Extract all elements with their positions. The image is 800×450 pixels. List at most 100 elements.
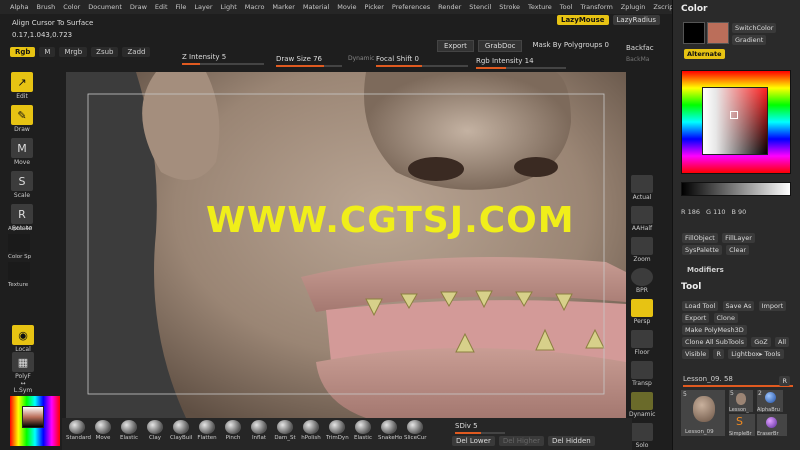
- actual-button[interactable]: Actual: [629, 175, 655, 201]
- goz-r-button[interactable]: R: [713, 349, 724, 359]
- gradient-button[interactable]: Gradient: [732, 35, 767, 45]
- menu-edit[interactable]: Edit: [155, 3, 168, 11]
- brush-snakehook[interactable]: SnakeHo: [378, 418, 402, 450]
- brush-move[interactable]: Move: [92, 418, 114, 450]
- clear-button[interactable]: Clear: [726, 245, 750, 255]
- scale-tool[interactable]: S Scale: [8, 171, 36, 199]
- menu-alpha[interactable]: Alpha: [10, 3, 28, 11]
- z-intensity-slider[interactable]: Z Intensity 5: [182, 53, 264, 65]
- canvas-viewport[interactable]: WWW.CGTSJ.COM: [66, 72, 626, 418]
- make-polymesh-button[interactable]: Make PolyMesh3D: [682, 325, 747, 335]
- polyframe-button[interactable]: ▦ PolyF: [10, 352, 36, 380]
- menu-draw[interactable]: Draw: [130, 3, 147, 11]
- brush-pinch[interactable]: Pinch: [222, 418, 244, 450]
- move-tool[interactable]: M Move: [8, 138, 36, 166]
- current-tool-slider[interactable]: Lesson_09. 58 R: [683, 375, 793, 387]
- dynamic-toggle[interactable]: Dynamic: [348, 55, 374, 67]
- brush-hpolish[interactable]: hPolish: [300, 418, 322, 450]
- tool-thumb-lesson[interactable]: 5 Lesson_09: [681, 390, 725, 436]
- menu-transform[interactable]: Transform: [580, 3, 612, 11]
- menu-stencil[interactable]: Stencil: [469, 3, 491, 11]
- transp-button[interactable]: Transp: [629, 361, 655, 387]
- rgb-button[interactable]: Rgb: [10, 47, 36, 57]
- brush-damstandard[interactable]: Dam_St: [274, 418, 296, 450]
- switch-color-button[interactable]: SwitchColor: [732, 23, 777, 33]
- menu-zplugin[interactable]: Zplugin: [621, 3, 646, 11]
- solo-button[interactable]: Solo: [629, 423, 655, 449]
- fill-layer-button[interactable]: FillLayer: [722, 233, 755, 243]
- saturation-value-square[interactable]: [702, 87, 768, 155]
- import-button[interactable]: Import: [758, 301, 787, 311]
- menu-file[interactable]: File: [176, 3, 187, 11]
- draw-size-slider[interactable]: Draw Size 76: [276, 55, 342, 67]
- m-button[interactable]: M: [39, 47, 56, 57]
- edit-tool[interactable]: ↗ Edit: [8, 72, 36, 100]
- goz-visible-button[interactable]: Visible: [682, 349, 710, 359]
- menu-picker[interactable]: Picker: [365, 3, 384, 11]
- menu-brush[interactable]: Brush: [36, 3, 55, 11]
- lazy-radius-button[interactable]: LazyRadius: [612, 15, 660, 25]
- secondary-color-swatch[interactable]: [683, 22, 705, 44]
- tool-export-button[interactable]: Export: [682, 313, 710, 323]
- value-gradient-bar[interactable]: [681, 182, 791, 196]
- goz-button[interactable]: GoZ: [751, 337, 771, 347]
- save-as-button[interactable]: Save As: [722, 301, 755, 311]
- export-button[interactable]: Export: [437, 40, 474, 52]
- grabdoc-button[interactable]: GrabDoc: [477, 40, 523, 52]
- fill-object-button[interactable]: FillObject: [682, 233, 718, 243]
- clone-all-subtools-button[interactable]: Clone All SubTools: [682, 337, 748, 347]
- mrgb-button[interactable]: Mrgb: [59, 47, 88, 57]
- aahalf-button[interactable]: AAHalf: [629, 206, 655, 232]
- brush-flatten[interactable]: Flatten: [196, 418, 218, 450]
- brush-standard[interactable]: Standard: [66, 418, 91, 450]
- dynamic-button[interactable]: Dynamic: [629, 392, 655, 418]
- lsym-button[interactable]: ↔ L.Sym: [10, 380, 36, 394]
- brush-inflat[interactable]: Inflat: [248, 418, 270, 450]
- sys-palette-button[interactable]: SysPalette: [682, 245, 722, 255]
- color-palette-title[interactable]: Color: [681, 4, 708, 14]
- menu-preferences[interactable]: Preferences: [392, 3, 430, 11]
- clone-button[interactable]: Clone: [713, 313, 738, 323]
- zsub-button[interactable]: Zsub: [91, 47, 119, 57]
- b-value[interactable]: B 90: [732, 208, 747, 216]
- menu-render[interactable]: Render: [438, 3, 461, 11]
- main-color-swatch[interactable]: [707, 22, 729, 44]
- brush-clay[interactable]: Clay: [144, 418, 166, 450]
- menu-tool[interactable]: Tool: [560, 3, 573, 11]
- menu-color[interactable]: Color: [63, 3, 80, 11]
- backface-button[interactable]: Backfac: [626, 44, 654, 52]
- draw-tool[interactable]: ✎ Draw: [8, 105, 36, 133]
- tool-palette-title[interactable]: Tool: [681, 282, 701, 292]
- menu-movie[interactable]: Movie: [337, 3, 356, 11]
- menu-marker[interactable]: Marker: [272, 3, 294, 11]
- tool-thumb-simplebrush[interactable]: S SimpleBr: [729, 414, 755, 437]
- bpr-button[interactable]: BPR: [629, 268, 655, 294]
- lightbox-tools-button[interactable]: Lightbox▸ Tools: [728, 349, 784, 359]
- current-tool-r-button[interactable]: R: [779, 376, 790, 386]
- del-lower-button[interactable]: Del Lower: [452, 436, 495, 446]
- brush-claybuildup[interactable]: ClayBuil: [170, 418, 192, 450]
- brush-elastic[interactable]: Elastic: [118, 418, 140, 450]
- zadd-button[interactable]: Zadd: [122, 47, 151, 57]
- r-value[interactable]: R 186: [681, 208, 700, 216]
- del-hidden-button[interactable]: Del Hidden: [547, 436, 595, 446]
- menu-texture[interactable]: Texture: [528, 3, 552, 11]
- goz-all-button[interactable]: All: [774, 337, 790, 347]
- tool-thumb-eraserbrush[interactable]: EraserBr: [757, 414, 787, 437]
- texture-thumbnail[interactable]: [8, 262, 30, 280]
- menu-macro[interactable]: Macro: [245, 3, 265, 11]
- alpha-thumbnail[interactable]: [8, 234, 30, 252]
- rgb-intensity-slider[interactable]: Rgb Intensity 14: [476, 57, 566, 69]
- focal-shift-slider[interactable]: Focal Shift 0: [376, 55, 468, 67]
- menu-layer[interactable]: Layer: [194, 3, 212, 11]
- mask-by-polygroups-slider[interactable]: Mask By Polygroups 0: [526, 40, 614, 52]
- tool-thumb-lesson-small[interactable]: 5 Lesson_: [729, 390, 753, 413]
- sdiv-slider[interactable]: SDiv 5: [455, 422, 505, 434]
- menu-stroke[interactable]: Stroke: [499, 3, 520, 11]
- color-swatch-picker[interactable]: [10, 396, 60, 446]
- load-tool-button[interactable]: Load Tool: [682, 301, 719, 311]
- floor-button[interactable]: Floor: [629, 330, 655, 356]
- tool-thumb-alphabrush[interactable]: 2 AlphaBru: [757, 390, 783, 413]
- modifiers-label[interactable]: Modifiers: [687, 266, 724, 274]
- g-value[interactable]: G 110: [706, 208, 726, 216]
